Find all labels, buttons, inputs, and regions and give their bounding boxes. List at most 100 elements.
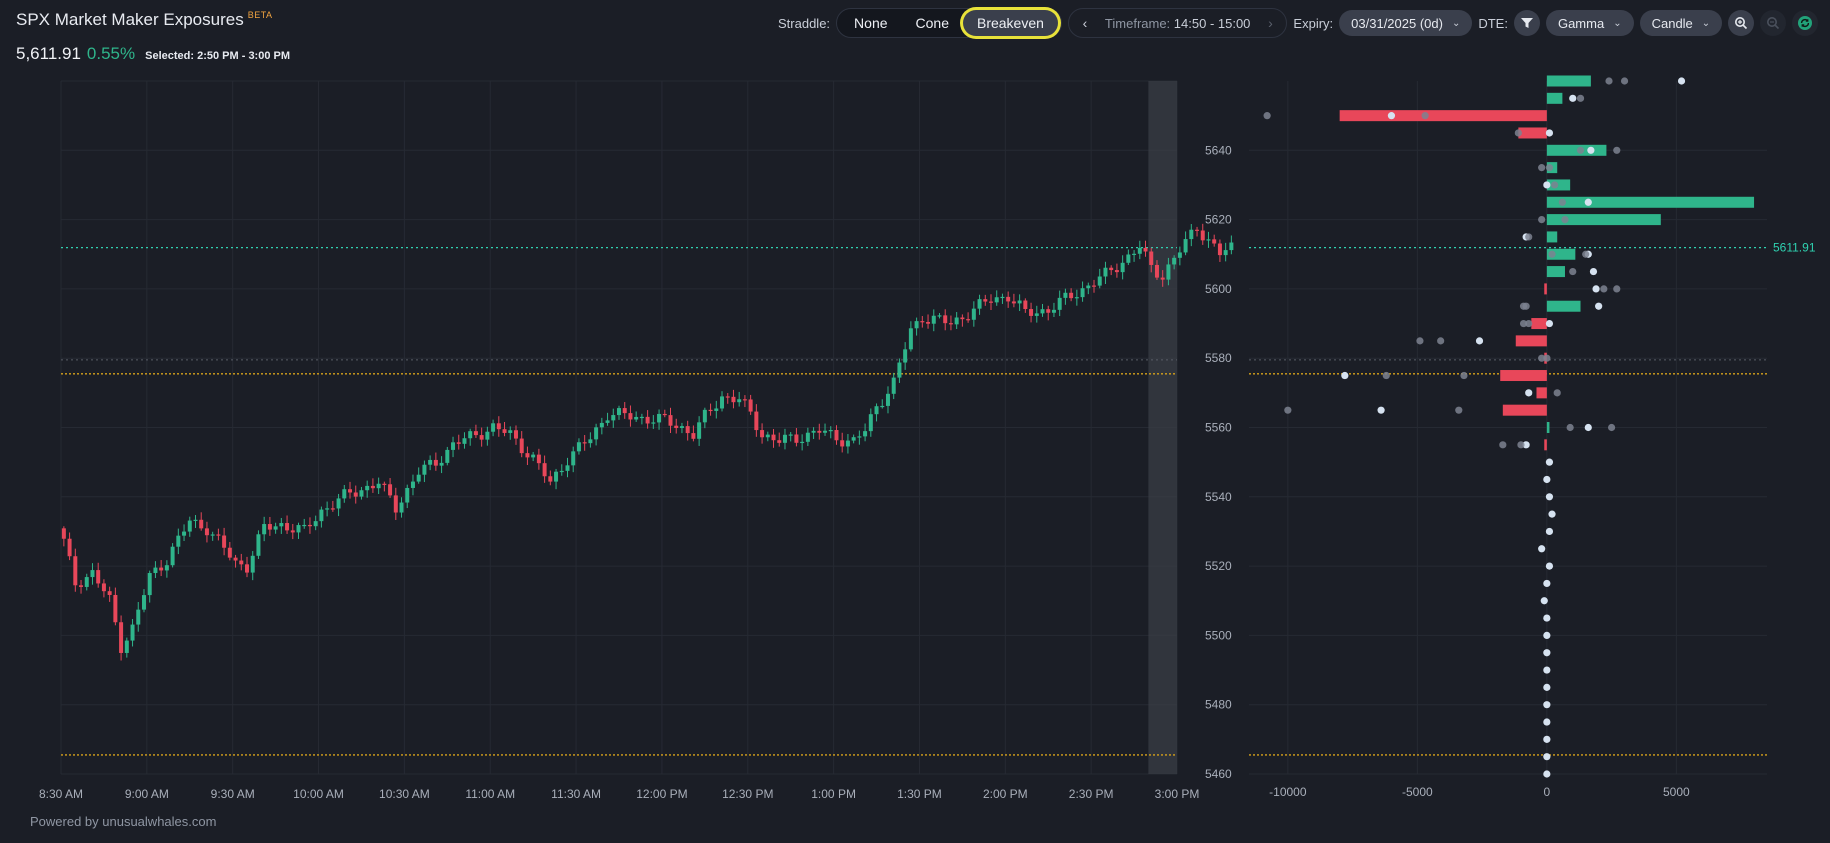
candle-body (1195, 229, 1200, 231)
candle-body (966, 319, 971, 321)
candle-body (817, 430, 822, 433)
candle-body (1206, 239, 1211, 241)
candle-body (256, 534, 261, 556)
gamma-dot (1284, 406, 1292, 414)
gamma-dot (1543, 753, 1551, 761)
gamma-dot (1377, 406, 1385, 414)
gamma-bar (1546, 422, 1550, 433)
candle-body (485, 431, 490, 440)
candle-body (239, 560, 244, 565)
candle-body (382, 483, 387, 485)
candle-body (1074, 297, 1079, 299)
candle-body (1103, 267, 1108, 277)
candle-body (525, 453, 530, 458)
gamma-dot (1437, 337, 1445, 345)
candle-body (422, 464, 427, 475)
gamma-dot (1569, 94, 1577, 102)
gamma-dot (1538, 164, 1546, 172)
gamma-dot (1525, 389, 1533, 397)
candle-body (1023, 300, 1028, 310)
candle-body (227, 547, 232, 558)
candle-body (926, 322, 931, 324)
exposure-tick-label: -10000 (1269, 785, 1307, 799)
gamma-dot (1416, 337, 1424, 345)
gamma-dot (1551, 181, 1559, 189)
candle-body (1057, 297, 1062, 310)
candle-body (124, 640, 129, 653)
strike-tick-label: 5460 (1205, 767, 1232, 781)
candle-body (1189, 229, 1194, 240)
time-tick-label: 12:30 PM (722, 787, 773, 801)
gamma-dot (1576, 94, 1585, 102)
candle-body (571, 451, 576, 466)
candle-body (1040, 309, 1045, 314)
candle-body (445, 449, 450, 463)
gamma-bar (1518, 127, 1547, 139)
candle-body (61, 528, 66, 539)
strike-tick-label: 5500 (1205, 628, 1232, 642)
candle-body (554, 471, 559, 482)
gamma-bar (1546, 75, 1591, 87)
candle-body (1114, 270, 1119, 273)
candle-body (542, 463, 547, 477)
candle-body (714, 408, 719, 411)
candle-body (491, 423, 496, 432)
candle-body (176, 535, 181, 547)
candle-body (931, 315, 936, 324)
candle-body (285, 523, 290, 531)
candle-body (1080, 288, 1085, 298)
candle-body (273, 526, 278, 530)
candle-body (313, 521, 318, 527)
selected-window-band (1148, 81, 1177, 774)
candle-body (73, 556, 78, 586)
candle-body (657, 413, 662, 423)
candle-body (794, 434, 799, 443)
gamma-bar (1502, 404, 1547, 416)
gamma-dot (1519, 302, 1528, 310)
candle-body (1166, 264, 1171, 280)
time-tick-label: 10:00 AM (293, 787, 344, 801)
candle-body (451, 442, 456, 450)
candle-body (428, 459, 433, 465)
candle-body (531, 454, 536, 458)
candle-body (468, 431, 473, 439)
candle-body (731, 396, 736, 403)
gamma-dot (1514, 129, 1522, 137)
exposure-tick-label: 0 (1544, 785, 1551, 799)
time-tick-label: 1:00 PM (811, 787, 856, 801)
candle-body (193, 519, 198, 521)
candle-body (668, 415, 673, 426)
candle-body (651, 422, 656, 424)
gamma-dot (1600, 285, 1608, 293)
candle-body (245, 564, 249, 573)
candle-body (989, 301, 993, 303)
candle-body (365, 485, 370, 491)
gamma-dot (1455, 406, 1463, 414)
candle-body (628, 413, 633, 420)
gamma-bar (1546, 300, 1581, 312)
gamma-bar (1544, 283, 1547, 295)
candle-body (1086, 285, 1091, 289)
gamma-dot (1341, 371, 1349, 380)
candle-body (605, 420, 610, 423)
candle-body (1051, 309, 1056, 313)
candle-body (725, 396, 730, 398)
candle-body (199, 519, 204, 529)
candle-body (1034, 313, 1039, 316)
gamma-dot (1558, 198, 1566, 206)
candle-body (1029, 309, 1034, 316)
time-tick-label: 8:30 AM (39, 787, 83, 801)
candle-body (479, 435, 484, 440)
candle-body (823, 430, 828, 433)
time-tick-label: 3:00 PM (1155, 787, 1200, 801)
candle-body (84, 577, 89, 587)
gamma-dot (1543, 475, 1551, 484)
candle-body (159, 567, 164, 571)
gamma-dot (1561, 216, 1569, 224)
candle-body (319, 509, 324, 522)
candle-body (210, 534, 215, 536)
candle-body (164, 565, 169, 571)
gamma-dot (1543, 718, 1551, 726)
gamma-dot (1545, 458, 1554, 466)
gamma-dot (1613, 146, 1621, 154)
